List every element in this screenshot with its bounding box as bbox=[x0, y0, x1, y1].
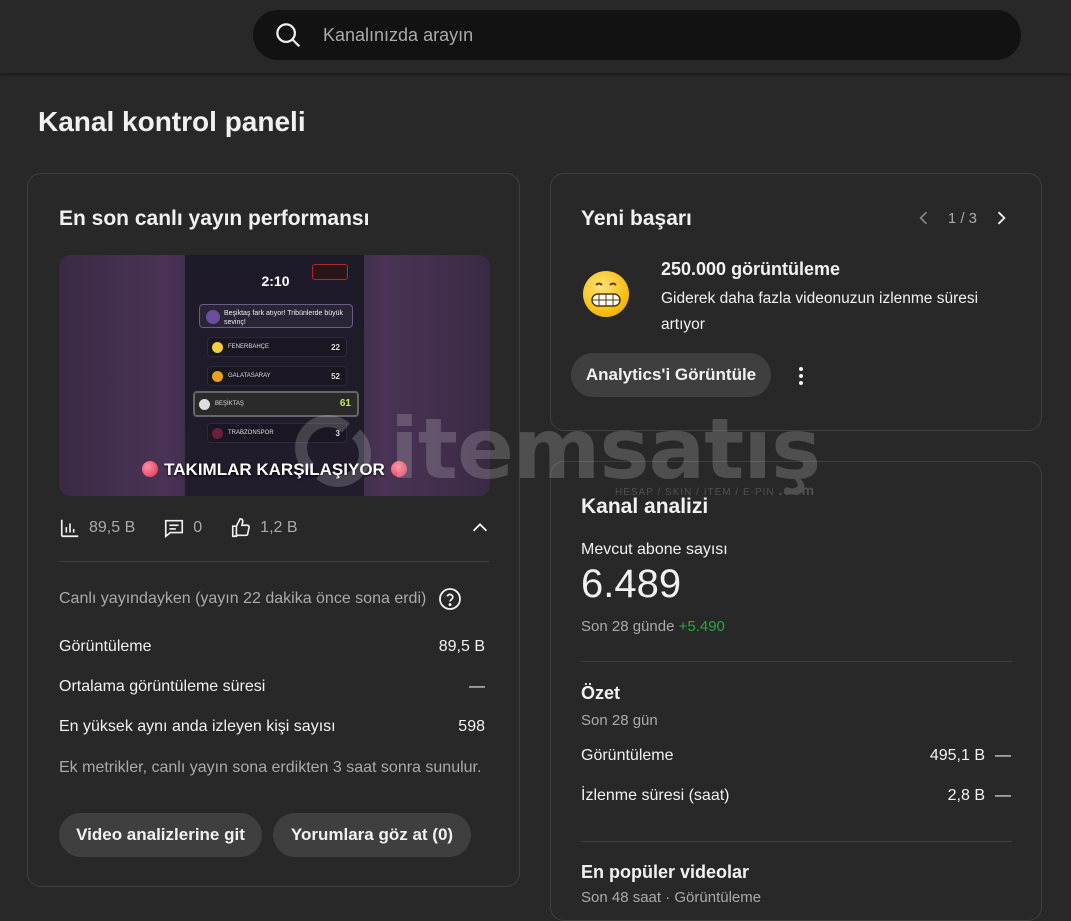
help-icon[interactable] bbox=[438, 587, 462, 611]
summary-metric-label: İzlenme süresi (saat) bbox=[581, 787, 730, 804]
team-row: GALATASARAY 52 bbox=[207, 366, 347, 386]
summary-metric-label: Görüntüleme bbox=[581, 747, 674, 764]
metric-value: 89,5 B bbox=[438, 638, 485, 655]
live-status-note: Canlı yayındayken (yayın 22 dakika önce … bbox=[59, 587, 462, 611]
team-score: 52 bbox=[331, 372, 340, 381]
metric-label: Ortalama görüntüleme süresi bbox=[59, 678, 266, 695]
team-row: TRABZONSPOR 3 bbox=[207, 423, 347, 443]
summary-subtitle: Son 28 gün bbox=[581, 712, 658, 729]
team-logo-icon bbox=[212, 342, 223, 353]
summary-metric-trend: — bbox=[995, 787, 1011, 804]
summary-metric-value: 2,8 B bbox=[947, 787, 985, 804]
live-status-text: Canlı yayındayken (yayın 22 dakika önce … bbox=[59, 590, 427, 607]
team-score: 22 bbox=[331, 343, 340, 352]
channel-analytics-card: Kanal analizi Mevcut abone sayısı 6.489 … bbox=[550, 461, 1042, 921]
card-title: Kanal analizi bbox=[581, 495, 709, 518]
top-bar bbox=[0, 0, 1071, 74]
view-analytics-button[interactable]: Analytics'i Görüntüle bbox=[571, 353, 771, 397]
avatar bbox=[206, 310, 220, 324]
card-title: En son canlı yayın performansı bbox=[59, 207, 370, 230]
achievement-headline: 250.000 görüntüleme bbox=[661, 259, 841, 279]
chevron-up-icon[interactable] bbox=[469, 517, 491, 539]
search-input[interactable] bbox=[323, 24, 923, 46]
thumbnail-caption-text: TAKIMLAR KARŞILAŞIYOR bbox=[164, 460, 385, 479]
new-achievement-card: Yeni başarı 1 / 3 250.000 görüntüleme Gi… bbox=[550, 173, 1042, 431]
team-row-highlighted: BEŞİKTAŞ 61 bbox=[193, 391, 359, 417]
metric-row: Ortalama görüntüleme süresi — bbox=[59, 678, 485, 696]
team-name: BEŞİKTAŞ bbox=[215, 401, 244, 407]
summary-metric-trend: — bbox=[995, 747, 1011, 764]
team-row: FENERBAHÇE 22 bbox=[207, 337, 347, 357]
thumbnail-message-text: Beşiktaş fark atıyor! Tribünlerde büyük … bbox=[224, 310, 344, 326]
subscriber-delta: Son 28 günde +5.490 bbox=[581, 618, 725, 635]
metric-label: En yüksek aynı anda izleyen kişi sayısı bbox=[59, 718, 336, 735]
team-score: 61 bbox=[339, 398, 351, 409]
card-title: Yeni başarı bbox=[581, 207, 692, 230]
subscriber-count: 6.489 bbox=[581, 562, 682, 606]
video-stats: 89,5 B 0 1,2 B bbox=[59, 517, 298, 539]
subscriber-label: Mevcut abone sayısı bbox=[581, 541, 728, 558]
ball-icon bbox=[142, 461, 159, 477]
achievement-description: Giderek daha fazla videonuzun izlenme sü… bbox=[661, 290, 979, 333]
chevron-left-icon[interactable] bbox=[914, 208, 934, 228]
divider bbox=[59, 561, 489, 562]
thumbnail-message: Beşiktaş fark atıyor! Tribünlerde büyük … bbox=[199, 304, 353, 328]
metric-label: Görüntüleme bbox=[59, 638, 152, 655]
metric-value: — bbox=[469, 678, 485, 695]
team-name: FENERBAHÇE bbox=[228, 344, 270, 350]
popular-videos-title: En popüler videolar bbox=[581, 862, 750, 882]
views-count: 89,5 B bbox=[89, 519, 136, 536]
summary-metric-row: İzlenme süresi (saat) 2,8 B — bbox=[581, 787, 1011, 805]
team-logo-icon bbox=[212, 371, 223, 382]
likes-stat: 1,2 B bbox=[230, 517, 298, 539]
chevron-right-icon[interactable] bbox=[991, 208, 1011, 228]
latest-live-card: En son canlı yayın performansı 2:10 Beşi… bbox=[27, 173, 520, 887]
more-vert-icon[interactable] bbox=[789, 364, 813, 388]
thumbnail-timer: 2:10 bbox=[261, 273, 290, 289]
grinning-face-icon bbox=[583, 271, 629, 317]
metric-row: En yüksek aynı anda izleyen kişi sayısı … bbox=[59, 718, 485, 736]
divider bbox=[581, 841, 1012, 842]
live-thumbnail[interactable]: 2:10 Beşiktaş fark atıyor! Tribünlerde b… bbox=[59, 255, 490, 496]
subscriber-period: Son 28 günde bbox=[581, 618, 675, 635]
subscriber-delta-value: +5.490 bbox=[678, 618, 725, 635]
thumbs-up-icon bbox=[232, 518, 251, 538]
summary-metric-value: 495,1 B bbox=[929, 747, 985, 764]
search-icon[interactable] bbox=[273, 20, 303, 50]
metric-row: Görüntüleme 89,5 B bbox=[59, 638, 485, 656]
views-stat: 89,5 B bbox=[59, 517, 135, 539]
divider bbox=[581, 661, 1012, 662]
comment-icon bbox=[165, 519, 184, 538]
popular-videos-subtitle: Son 48 saat · Görüntüleme bbox=[581, 889, 762, 906]
video-analytics-button[interactable]: Video analizlerine git bbox=[59, 813, 262, 857]
metric-value: 598 bbox=[458, 718, 485, 735]
summary-metric-row: Görüntüleme 495,1 B — bbox=[581, 747, 1011, 765]
search-box[interactable] bbox=[253, 10, 1021, 60]
team-score: 3 bbox=[335, 429, 340, 438]
comments-stat: 0 bbox=[163, 517, 202, 539]
page-title: Kanal kontrol paneli bbox=[38, 106, 306, 137]
bar-chart-icon bbox=[60, 519, 79, 538]
team-name: TRABZONSPOR bbox=[228, 430, 274, 436]
pager-text: 1 / 3 bbox=[947, 209, 977, 227]
view-comments-button[interactable]: Yorumlara göz at (0) bbox=[273, 813, 471, 857]
achievement-pager: 1 / 3 bbox=[914, 208, 1011, 228]
comments-count: 0 bbox=[193, 519, 203, 536]
team-logo-icon bbox=[212, 428, 223, 439]
extra-metrics-note: Ek metrikler, canlı yayın sona erdikten … bbox=[59, 759, 482, 776]
team-name: GALATASARAY bbox=[228, 373, 271, 379]
thumbnail-caption: TAKIMLAR KARŞILAŞIYOR bbox=[59, 460, 490, 480]
summary-title: Özet bbox=[581, 683, 621, 703]
team-logo-icon bbox=[199, 399, 210, 410]
likes-count: 1,2 B bbox=[260, 519, 298, 536]
ball-icon bbox=[390, 461, 407, 477]
